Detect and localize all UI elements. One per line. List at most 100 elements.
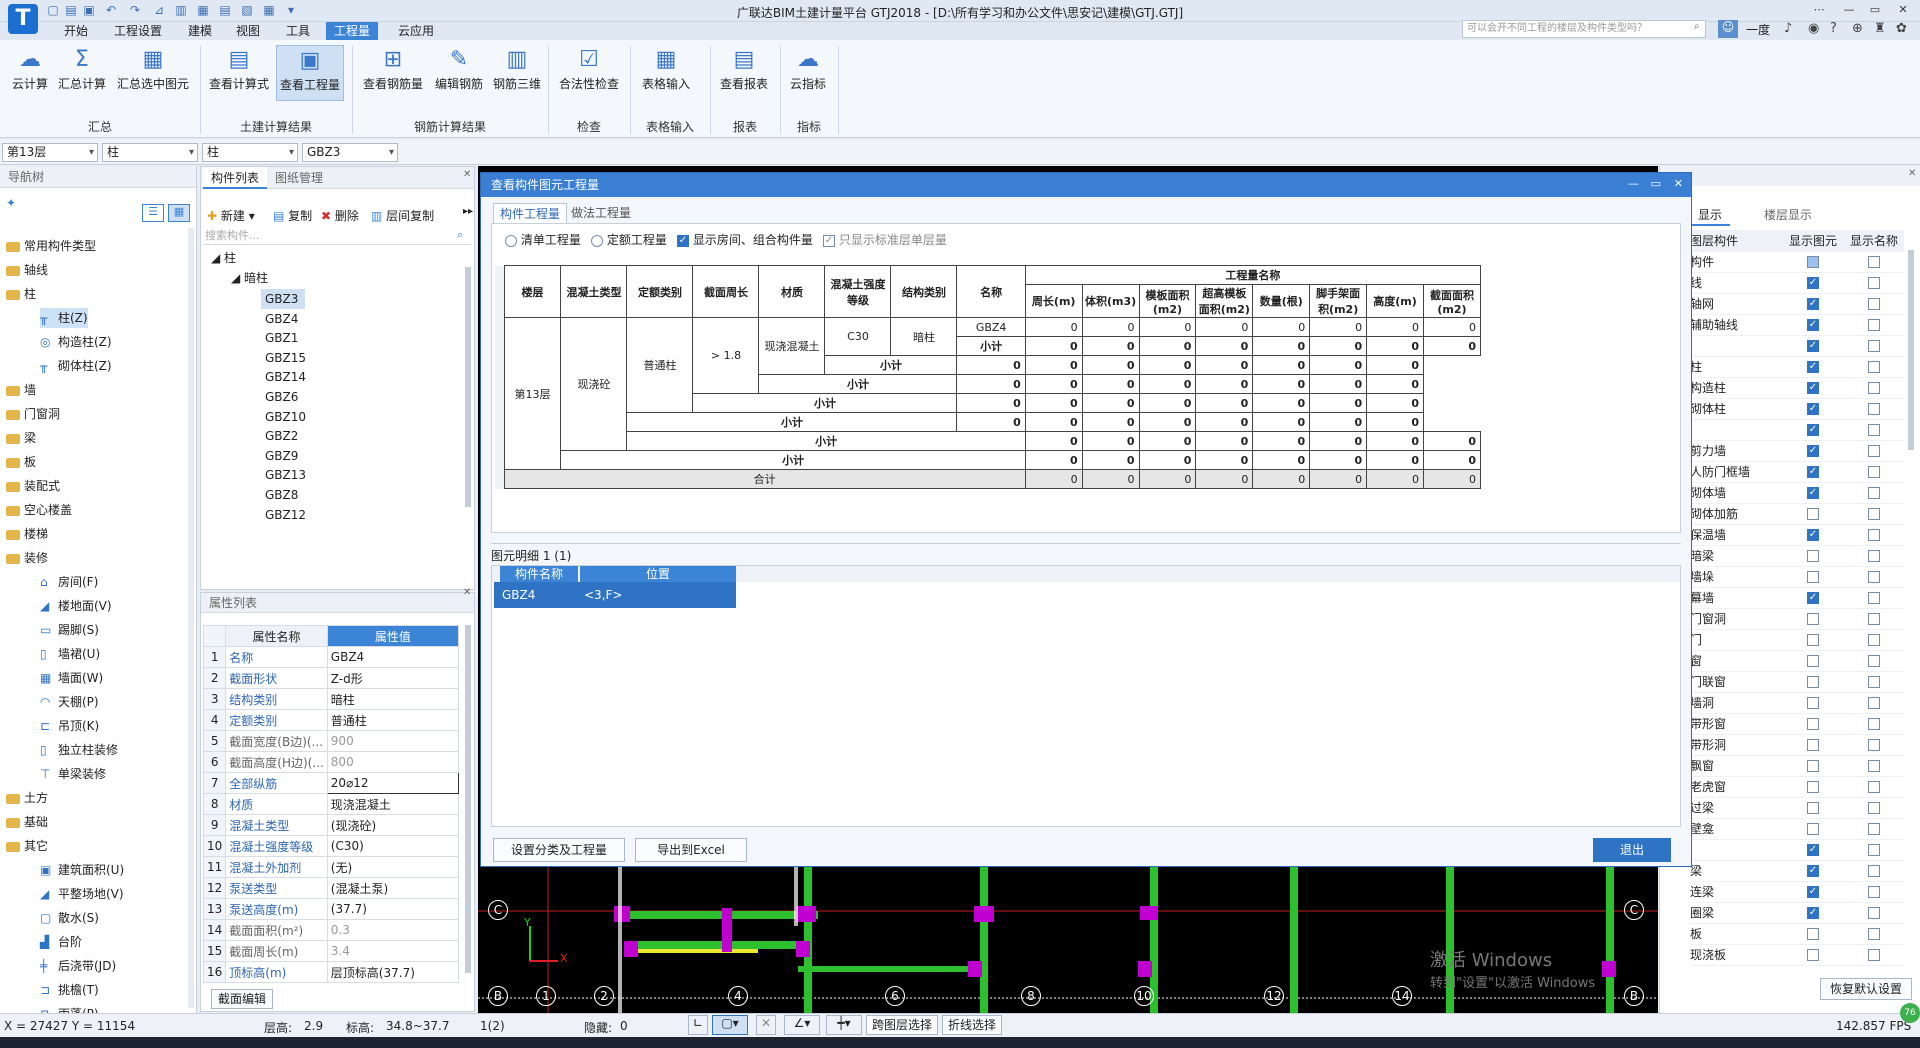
component-item[interactable]: GBZ3 [261,289,305,309]
checkbox-icon[interactable]: ✓ [1807,298,1819,310]
layer-row[interactable]: 现浇板 [1690,944,1904,966]
nav-item[interactable]: ⊏ 吊顶(K) [40,716,99,736]
checkbox-icon[interactable]: ✓ [1807,844,1819,856]
checkbox-icon[interactable] [1807,760,1819,772]
checkbox-icon[interactable] [1868,382,1880,394]
checkbox-icon[interactable]: ✓ [1807,886,1819,898]
checkbox-icon[interactable]: ✓ [1807,529,1819,541]
layer-row[interactable]: 门窗洞 [1690,608,1904,630]
property-value[interactable]: 层顶标高(37.7) [326,961,460,983]
component-item[interactable]: GBZ15 [261,348,306,368]
property-value[interactable]: 0.3 [326,919,460,941]
checkbox-icon[interactable]: ✓ [1807,466,1819,478]
property-row[interactable]: 4 定额类别 普通柱 [202,709,460,731]
component-item[interactable]: GBZ13 [261,465,306,485]
checkbox-icon[interactable] [1868,361,1880,373]
nav-category[interactable]: 板 [6,452,36,472]
checkbox-icon[interactable]: ✓ [1807,424,1819,436]
checkbox-icon[interactable] [1868,844,1880,856]
checkbox-icon[interactable] [1807,739,1819,751]
table-input-button[interactable]: ▦ 表格输入 [638,45,694,101]
nav-item[interactable]: ◎ 构造柱(Z) [40,332,112,352]
search-icon[interactable]: ⌕ [1694,21,1704,35]
nav-category[interactable]: 柱 [6,284,36,304]
new-button[interactable]: ✚ 新建 ▾ [207,206,255,226]
property-row[interactable]: 10 混凝土强度等级 (C30) [202,835,460,857]
option-show-room[interactable]: ✓ 显示房间、组合构件量 [677,231,813,248]
property-value[interactable]: 普通柱 [326,709,460,731]
pin-icon[interactable]: ✦ [6,196,16,210]
checkbox-icon[interactable] [1868,613,1880,625]
summary-calc-button[interactable]: Σ 汇总计算 [56,45,108,101]
layer-row[interactable]: ✓ [1690,335,1904,357]
nav-category[interactable]: 土方 [6,788,48,808]
checkbox-icon[interactable]: ✓ [1807,907,1819,919]
maximize-icon[interactable]: ▭ [1651,177,1661,190]
checkbox-icon[interactable] [1868,865,1880,877]
layer-row[interactable]: 过梁 [1690,797,1904,819]
wall[interactable] [1606,866,1614,1013]
option-bill-quantity[interactable]: 清单工程量 [505,231,581,248]
ortho-icon[interactable]: ∟ [688,1015,708,1035]
view-rebar-button[interactable]: ⊞ 查看钢筋量 [360,45,426,101]
column[interactable] [796,906,816,922]
checkbox-icon[interactable] [1868,529,1880,541]
property-row[interactable]: 1 名称 GBZ4 [202,646,460,668]
menu-view[interactable]: 视图 [228,22,268,40]
layer-row[interactable]: 门 [1690,629,1904,651]
checkbox-icon[interactable]: ✓ [1807,403,1819,415]
type-select[interactable]: 柱 [202,143,298,162]
nav-scrollbar[interactable] [188,228,194,1008]
layer-scrollbar[interactable] [1908,250,1914,450]
category-select[interactable]: 柱 [102,143,198,162]
export-excel-button[interactable]: 导出到Excel [635,838,747,862]
checkbox-icon[interactable] [1868,277,1880,289]
menu-tools[interactable]: 工具 [278,22,318,40]
checkbox-icon[interactable] [1868,508,1880,520]
checkbox-icon[interactable] [1868,886,1880,898]
menu-quantities[interactable]: 工程量 [326,22,379,40]
tree-hidden-column[interactable]: ◢ 暗柱 [231,269,268,286]
property-scrollbar[interactable] [465,625,471,973]
checkbox-icon[interactable] [1868,298,1880,310]
checkbox-icon[interactable]: ✓ [1807,487,1819,499]
tab-component-list[interactable]: 构件列表 [203,167,268,189]
component-item[interactable]: GBZ14 [261,367,306,387]
checkbox-icon[interactable] [1807,256,1819,268]
checkbox-icon[interactable] [1807,634,1819,646]
nav-category[interactable]: 其它 [6,836,48,856]
exit-button[interactable]: 退出 [1593,838,1671,862]
layer-row[interactable]: 柱 ✓ [1690,356,1904,378]
view-quantity-button[interactable]: ▣ 查看工程量 [276,45,344,101]
checkbox-icon[interactable] [1868,907,1880,919]
layer-row[interactable]: 墙垛 [1690,566,1904,588]
checkbox-icon[interactable] [1807,697,1819,709]
tab-method-quantity[interactable]: 做法工程量 [565,203,637,223]
close-icon[interactable]: ✕ [1674,177,1683,190]
panel-close-icon[interactable]: ✕ [463,587,471,598]
property-value[interactable]: (37.7) [326,898,460,920]
layer-row[interactable]: 带形洞 [1690,734,1904,756]
checkbox-icon[interactable] [1868,676,1880,688]
beam[interactable] [798,966,968,972]
property-value[interactable]: (无) [326,856,460,878]
bell-icon[interactable]: ♪ [1784,21,1792,36]
checkbox-icon[interactable] [1868,592,1880,604]
nav-category[interactable]: 墙 [6,380,36,400]
tree-root-column[interactable]: ◢ 柱 [211,249,236,266]
minimize-icon[interactable]: — [1628,177,1639,190]
checkbox-icon[interactable]: ✓ [1807,277,1819,289]
property-value[interactable]: 900 [326,730,460,752]
nav-item[interactable]: ⌂ 房间(F) [40,572,98,592]
beam[interactable] [638,941,798,949]
help-icon[interactable]: ? [1830,21,1837,36]
layer-row[interactable]: ✓ [1690,419,1904,441]
rebar-3d-button[interactable]: ▥ 钢筋三维 [490,45,544,101]
list-view-icon[interactable]: ☰ [142,204,164,222]
floor-copy-button[interactable]: ▥ 层间复制 [371,206,434,226]
nav-item[interactable]: ╪ 后浇带(JD) [40,956,116,976]
property-value[interactable]: (混凝土泵) [326,877,460,899]
layer-row[interactable]: 保温墙 ✓ [1690,524,1904,546]
checkbox-icon[interactable]: ✓ [1807,340,1819,352]
chat-icon[interactable]: ◉ [1808,21,1819,36]
